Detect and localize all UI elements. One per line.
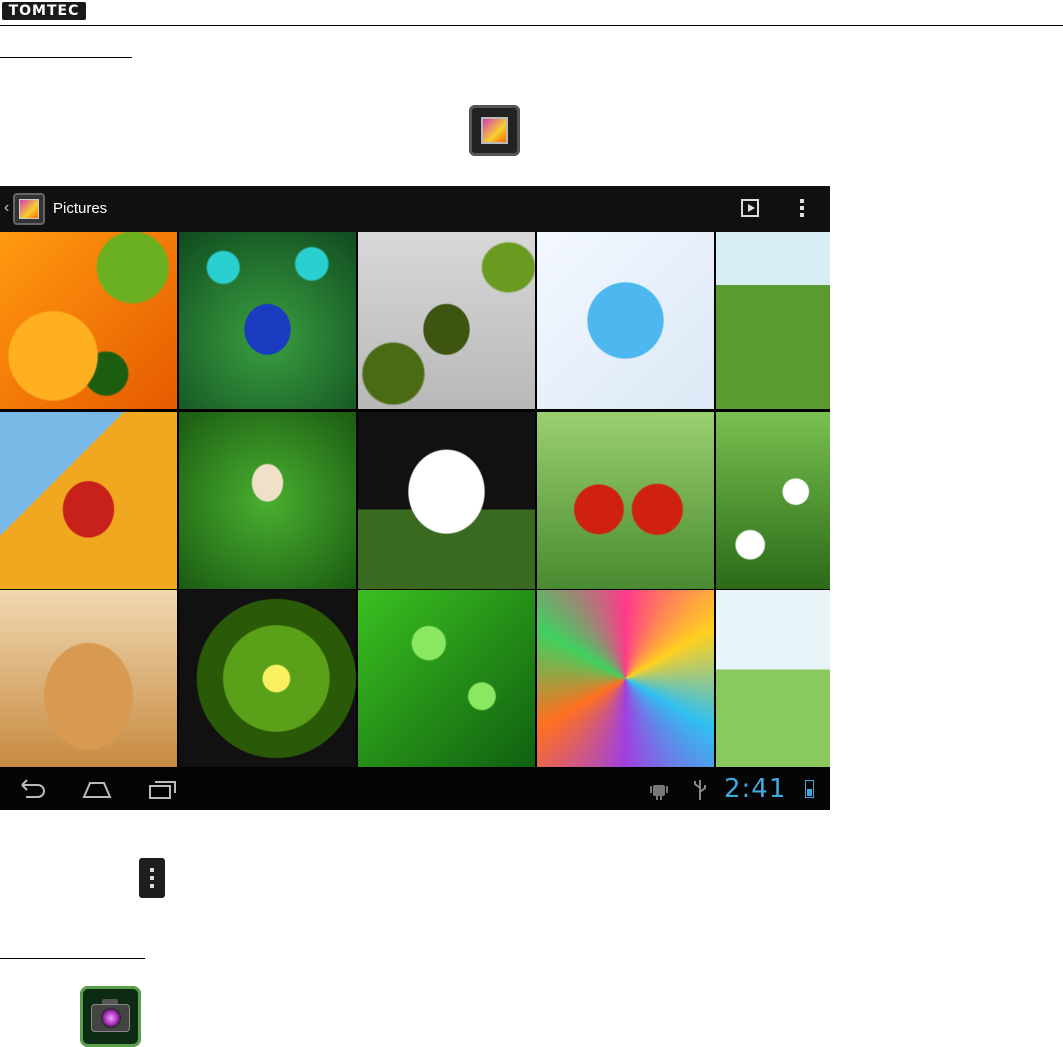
battery-icon [805, 780, 814, 798]
status-clock: 2:41 [724, 774, 787, 804]
flower-meadow-photo[interactable] [716, 232, 830, 409]
camera-icon [80, 986, 141, 1047]
cherries-photo[interactable] [537, 412, 714, 589]
overflow-menu-icon[interactable] [800, 199, 805, 219]
section-heading-underline [0, 958, 145, 959]
up-chevron-icon[interactable]: ‹ [4, 199, 9, 217]
fantasy-garden-photo[interactable] [716, 590, 830, 767]
recent-apps-icon[interactable] [148, 777, 178, 801]
page-title: Pictures [53, 200, 108, 217]
calla-lily-photo[interactable] [358, 412, 535, 589]
puppy-photo[interactable] [0, 590, 177, 767]
header-rule [0, 25, 1063, 26]
kiwi-slice-photo[interactable] [179, 590, 356, 767]
action-bar: ‹ Pictures [0, 186, 830, 232]
ladybug-photo[interactable] [0, 412, 177, 589]
gallery-icon [469, 105, 520, 156]
back-arrow-icon[interactable] [18, 777, 48, 801]
tablet-screenshot: ‹ Pictures 2:41 [0, 186, 830, 810]
daisies-photo[interactable] [716, 412, 830, 589]
mushroom-grass-photo[interactable] [179, 412, 356, 589]
usb-icon [694, 780, 706, 800]
slideshow-play-icon[interactable] [741, 199, 759, 217]
blue-heart-photo[interactable] [537, 232, 714, 409]
green-stones-photo[interactable] [358, 232, 535, 409]
tomtec-logo: TOMTEC [2, 2, 86, 20]
water-drops-leaf-photo[interactable] [358, 590, 535, 767]
android-debug-icon [650, 785, 668, 800]
photo-grid [0, 232, 830, 769]
overflow-menu-icon [139, 858, 165, 898]
section-heading-underline [0, 57, 132, 58]
system-nav-bar: 2:41 [0, 769, 830, 810]
oranges-kiwi-photo[interactable] [0, 232, 177, 409]
gallery-icon[interactable] [13, 193, 45, 225]
home-icon[interactable] [80, 777, 114, 801]
paper-stars-photo[interactable] [537, 590, 714, 767]
peacock-photo[interactable] [179, 232, 356, 409]
